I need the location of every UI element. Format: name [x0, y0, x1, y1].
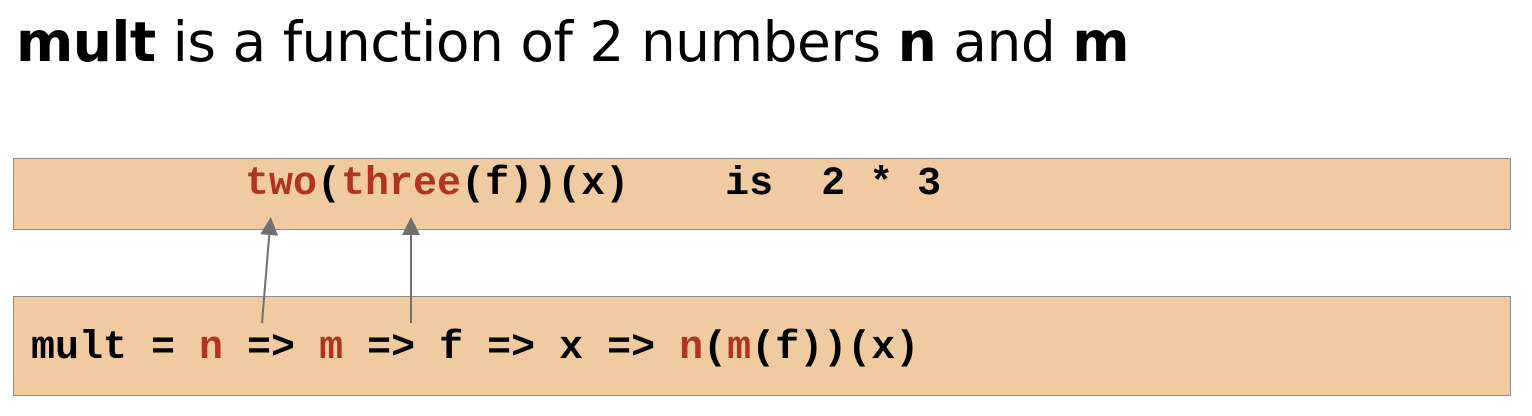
- page-title: mult is a function of 2 numbers n and m: [16, 6, 1130, 78]
- bottom-code-m-call: m: [727, 326, 752, 371]
- bottom-code-arrows: => f => x =>: [343, 326, 680, 371]
- bottom-code-n-param: n: [199, 326, 224, 371]
- title-m: m: [1072, 10, 1130, 74]
- bottom-code-mult: mult =: [31, 326, 200, 371]
- title-n: n: [897, 10, 937, 74]
- bottom-code-m-param: m: [319, 326, 344, 371]
- title-mult: mult: [16, 10, 156, 74]
- top-code-two: two: [245, 162, 318, 207]
- top-code-three: three: [341, 162, 462, 207]
- title-and: and: [936, 10, 1073, 74]
- bottom-code-paren: (: [703, 326, 728, 371]
- top-code-rest: (f))(x) is 2 * 3: [461, 162, 942, 207]
- bottom-code-n-call: n: [679, 326, 704, 371]
- top-code-paren: (: [317, 162, 342, 207]
- top-code-line: two(three(f))(x) is 2 * 3: [245, 163, 941, 207]
- bottom-code-line: mult = n => m => f => x => n(m(f))(x): [31, 327, 919, 371]
- bottom-code-arrow1: =>: [223, 326, 320, 371]
- title-text: is a function of 2 numbers: [155, 10, 898, 74]
- bottom-code-tail: (f))(x): [751, 326, 920, 371]
